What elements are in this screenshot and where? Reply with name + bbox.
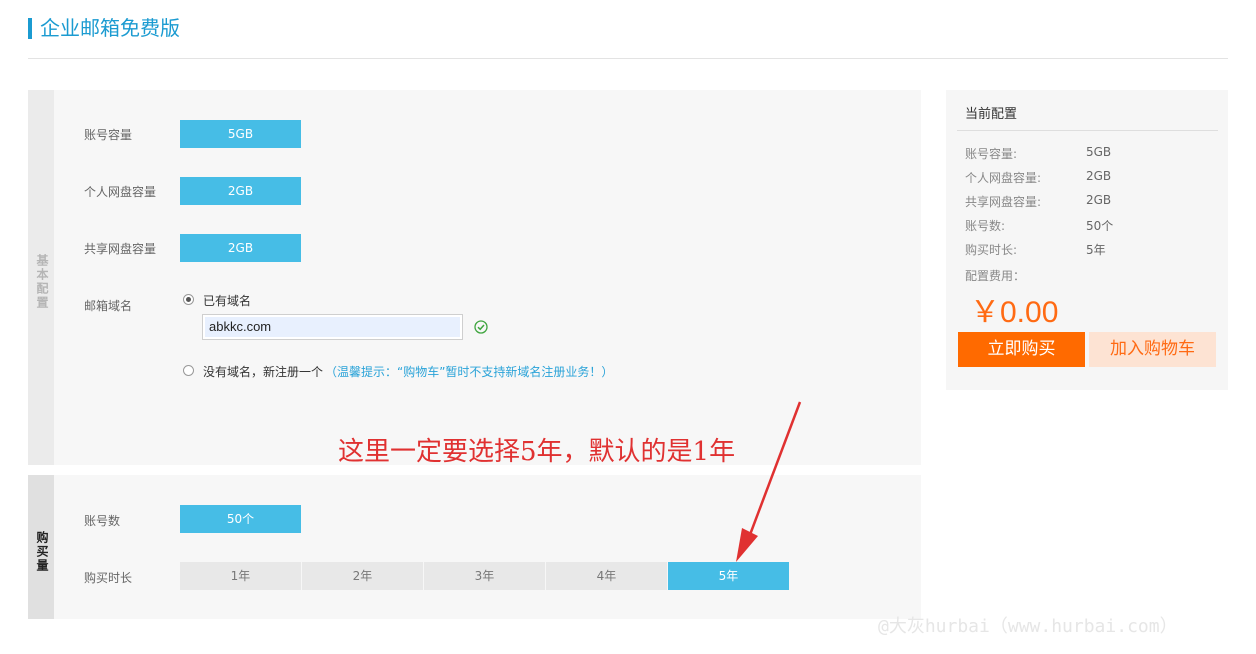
existing-domain-label[interactable]: 已有域名 [203,292,251,309]
summary-key: 个人网盘容量: [965,171,1042,185]
summary-value: 5年 [1086,243,1106,257]
page-title: 企业邮箱免费版 [40,16,180,40]
summary-title: 当前配置 [965,107,1018,122]
fee-label: 配置费用： [965,269,1026,283]
domain-input[interactable]: abkkc.com [202,314,463,340]
new-domain-radio[interactable] [183,365,194,376]
summary-key: 购买时长: [965,243,1018,257]
purchase-tab[interactable]: 购买量 [28,475,54,619]
summary-key: 账号容量: [965,147,1018,161]
header-divider [28,58,1228,59]
personal-disk-option[interactable]: 2GB [180,177,301,205]
account-count-label: 账号数 [84,514,121,528]
personal-disk-label: 个人网盘容量 [84,185,157,199]
duration-option-2y[interactable]: 2年 [302,562,423,590]
watermark: @大灰hurbai（www.hurbai.com） [878,616,1178,637]
summary-value: 2GB [1086,193,1112,207]
domain-label: 邮箱域名 [84,299,133,313]
summary-key: 共享网盘容量: [965,195,1042,209]
buy-now-button[interactable]: 立即购买 [958,332,1085,367]
summary-value: 5GB [1086,145,1112,159]
basic-config-tab-label: 基本配置 [35,254,49,310]
summary-divider [957,130,1218,131]
title-accent-bar [28,18,32,39]
duration-option-1y[interactable]: 1年 [180,562,301,590]
price-amount: ￥0.00 [970,296,1059,329]
domain-input-value[interactable]: abkkc.com [205,317,460,337]
existing-domain-radio[interactable] [183,294,194,305]
account-capacity-option[interactable]: 5GB [180,120,301,148]
shared-disk-label: 共享网盘容量 [84,242,157,256]
account-capacity-label: 账号容量 [84,128,133,142]
summary-value: 2GB [1086,169,1112,183]
annotation-text: 这里一定要选择5年，默认的是1年 [338,437,736,467]
new-domain-label[interactable]: 没有域名，新注册一个 [203,363,323,380]
purchase-tab-label: 购买量 [35,531,49,573]
account-count-option[interactable]: 50个 [180,505,301,533]
annotation-arrow [736,401,802,562]
duration-option-3y[interactable]: 3年 [424,562,545,590]
duration-label: 购买时长 [84,571,133,585]
summary-value: 50个 [1086,219,1114,233]
basic-config-tab[interactable]: 基本配置 [28,90,54,465]
summary-key: 账号数: [965,219,1006,233]
duration-option-5y[interactable]: 5年 [668,562,789,590]
domain-tip: （温馨提示：“购物车”暂时不支持新域名注册业务！） [325,365,614,379]
add-to-cart-button[interactable]: 加入购物车 [1089,332,1216,367]
duration-option-4y[interactable]: 4年 [546,562,667,590]
check-circle-icon [474,320,488,334]
shared-disk-option[interactable]: 2GB [180,234,301,262]
